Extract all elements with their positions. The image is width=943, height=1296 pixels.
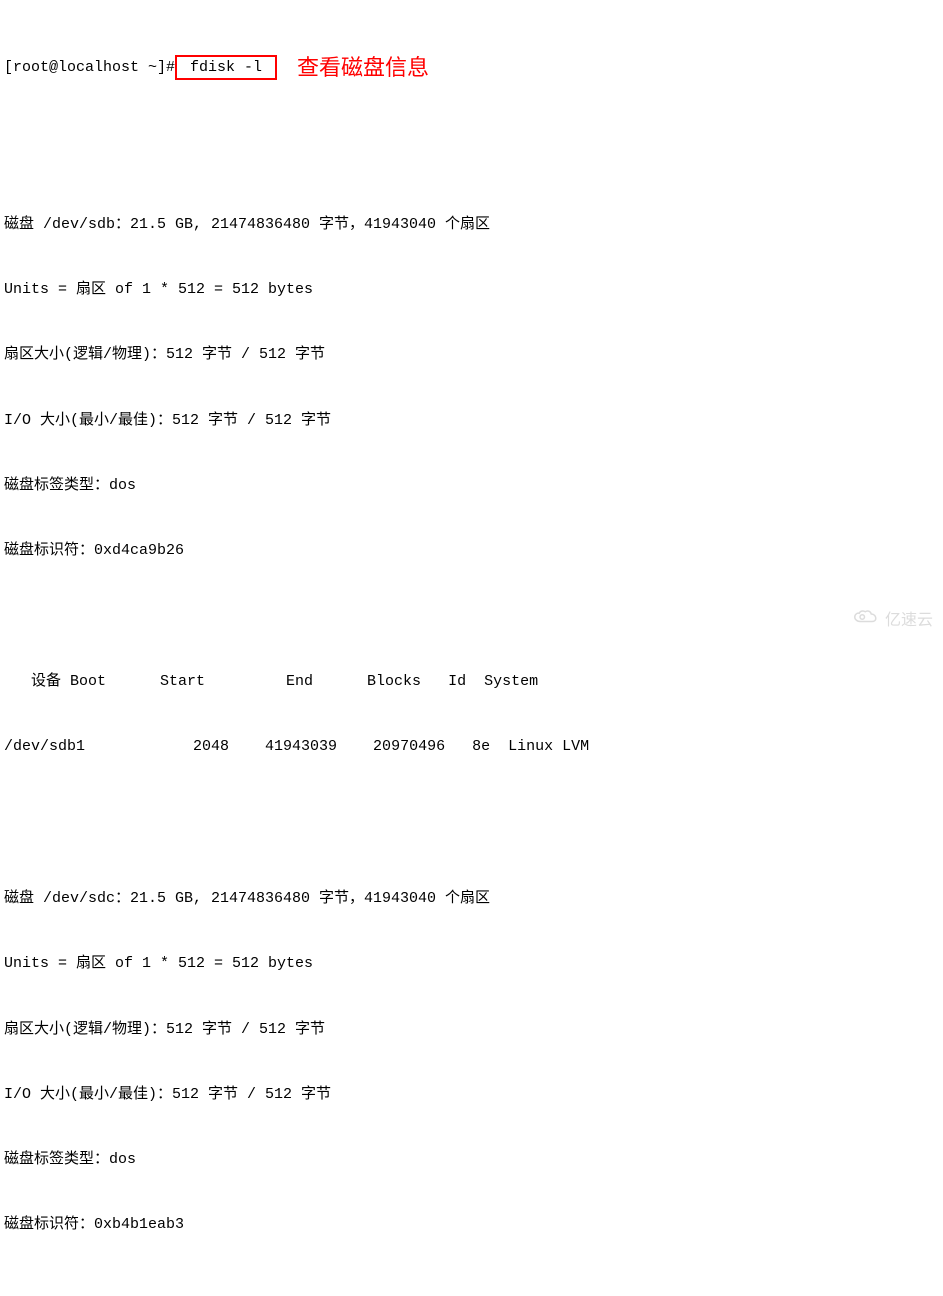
command-prompt-line: [root@localhost ~]# fdisk -l 查看磁盘信息 (4, 52, 939, 84)
blank-line (4, 1280, 939, 1296)
disk-sdc-units: Units = 扇区 of 1 * 512 = 512 bytes (4, 953, 939, 975)
disk-sdb-header: 磁盘 /dev/sdb：21.5 GB, 21474836480 字节，4194… (4, 214, 939, 236)
watermark: 亿速云 (851, 608, 933, 633)
terminal-output: [root@localhost ~]# fdisk -l 查看磁盘信息 磁盘 /… (4, 8, 939, 1296)
disk-sdc-io-size: I/O 大小(最小/最佳)：512 字节 / 512 字节 (4, 1084, 939, 1106)
disk-sdb-partition: /dev/sdb1 2048 41943039 20970496 8e Linu… (4, 736, 939, 758)
command-annotation: 查看磁盘信息 (297, 52, 429, 84)
disk-sdb-table-header: 设备 Boot Start End Blocks Id System (4, 671, 939, 693)
disk-sdc-header: 磁盘 /dev/sdc：21.5 GB, 21474836480 字节，4194… (4, 888, 939, 910)
disk-sdb-io-size: I/O 大小(最小/最佳)：512 字节 / 512 字节 (4, 410, 939, 432)
shell-prompt: [root@localhost ~]# (4, 57, 175, 79)
disk-sdc-sector-size: 扇区大小(逻辑/物理)：512 字节 / 512 字节 (4, 1019, 939, 1041)
disk-sdb-label-type: 磁盘标签类型：dos (4, 475, 939, 497)
disk-sdc-label-type: 磁盘标签类型：dos (4, 1149, 939, 1171)
disk-sdc-identifier: 磁盘标识符：0xb4b1eab3 (4, 1214, 939, 1236)
disk-sdb-units: Units = 扇区 of 1 * 512 = 512 bytes (4, 279, 939, 301)
cloud-icon (851, 608, 881, 633)
blank-line (4, 605, 939, 627)
command-highlight-box: fdisk -l (175, 55, 277, 81)
blank-line (4, 801, 939, 823)
blank-line (4, 127, 939, 149)
disk-sdb-sector-size: 扇区大小(逻辑/物理)：512 字节 / 512 字节 (4, 344, 939, 366)
disk-sdb-identifier: 磁盘标识符：0xd4ca9b26 (4, 540, 939, 562)
watermark-text: 亿速云 (885, 609, 933, 632)
